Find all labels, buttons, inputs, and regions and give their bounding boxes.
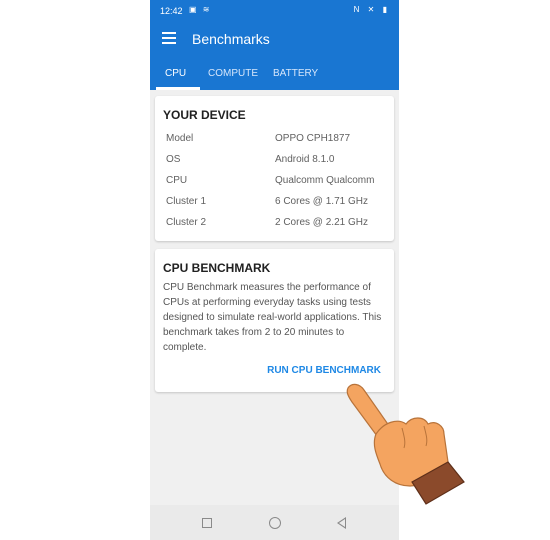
- tab-compute[interactable]: COMPUTE: [208, 68, 258, 79]
- app-title: Benchmarks: [192, 31, 270, 47]
- row-key: Cluster 2: [166, 217, 207, 228]
- benchmark-description: CPU Benchmark measures the performance o…: [163, 282, 382, 353]
- recents-icon[interactable]: [202, 518, 212, 528]
- pointing-hand-icon: [346, 383, 465, 505]
- status-left-icons: ▣ ≋: [189, 5, 212, 14]
- status-bar: 12:42 ▣ ≋ N ✕ ▮: [150, 0, 399, 22]
- tab-bar: CPU COMPUTE BATTERY: [150, 58, 399, 90]
- benchmark-card-title: CPU BENCHMARK: [163, 261, 271, 275]
- status-time: 12:42: [160, 6, 183, 16]
- device-card: YOUR DEVICE Model OPPO CPH1877 OS Androi…: [155, 96, 394, 241]
- navigation-bar: [150, 505, 399, 540]
- app-bar: Benchmarks: [150, 22, 399, 58]
- row-value: Android 8.1.0: [275, 154, 335, 165]
- row-value: 2 Cores @ 2.21 GHz: [275, 217, 368, 228]
- home-icon[interactable]: [269, 517, 281, 529]
- tab-battery[interactable]: BATTERY: [273, 68, 318, 79]
- row-value: Qualcomm Qualcomm: [275, 175, 375, 186]
- cpu-benchmark-card: CPU BENCHMARK CPU Benchmark measures the…: [155, 249, 394, 392]
- row-value: 6 Cores @ 1.71 GHz: [275, 196, 368, 207]
- device-card-title: YOUR DEVICE: [163, 108, 246, 122]
- back-icon[interactable]: [337, 517, 346, 529]
- row-value: OPPO CPH1877: [275, 133, 351, 144]
- tab-cpu[interactable]: CPU: [165, 68, 186, 79]
- tab-indicator: [156, 87, 200, 90]
- status-right-icons: N ✕ ▮: [353, 5, 390, 14]
- row-key: Cluster 1: [166, 196, 207, 207]
- menu-icon[interactable]: [162, 32, 176, 44]
- row-key: OS: [166, 154, 181, 165]
- row-key: Model: [166, 133, 194, 144]
- row-key: CPU: [166, 175, 188, 186]
